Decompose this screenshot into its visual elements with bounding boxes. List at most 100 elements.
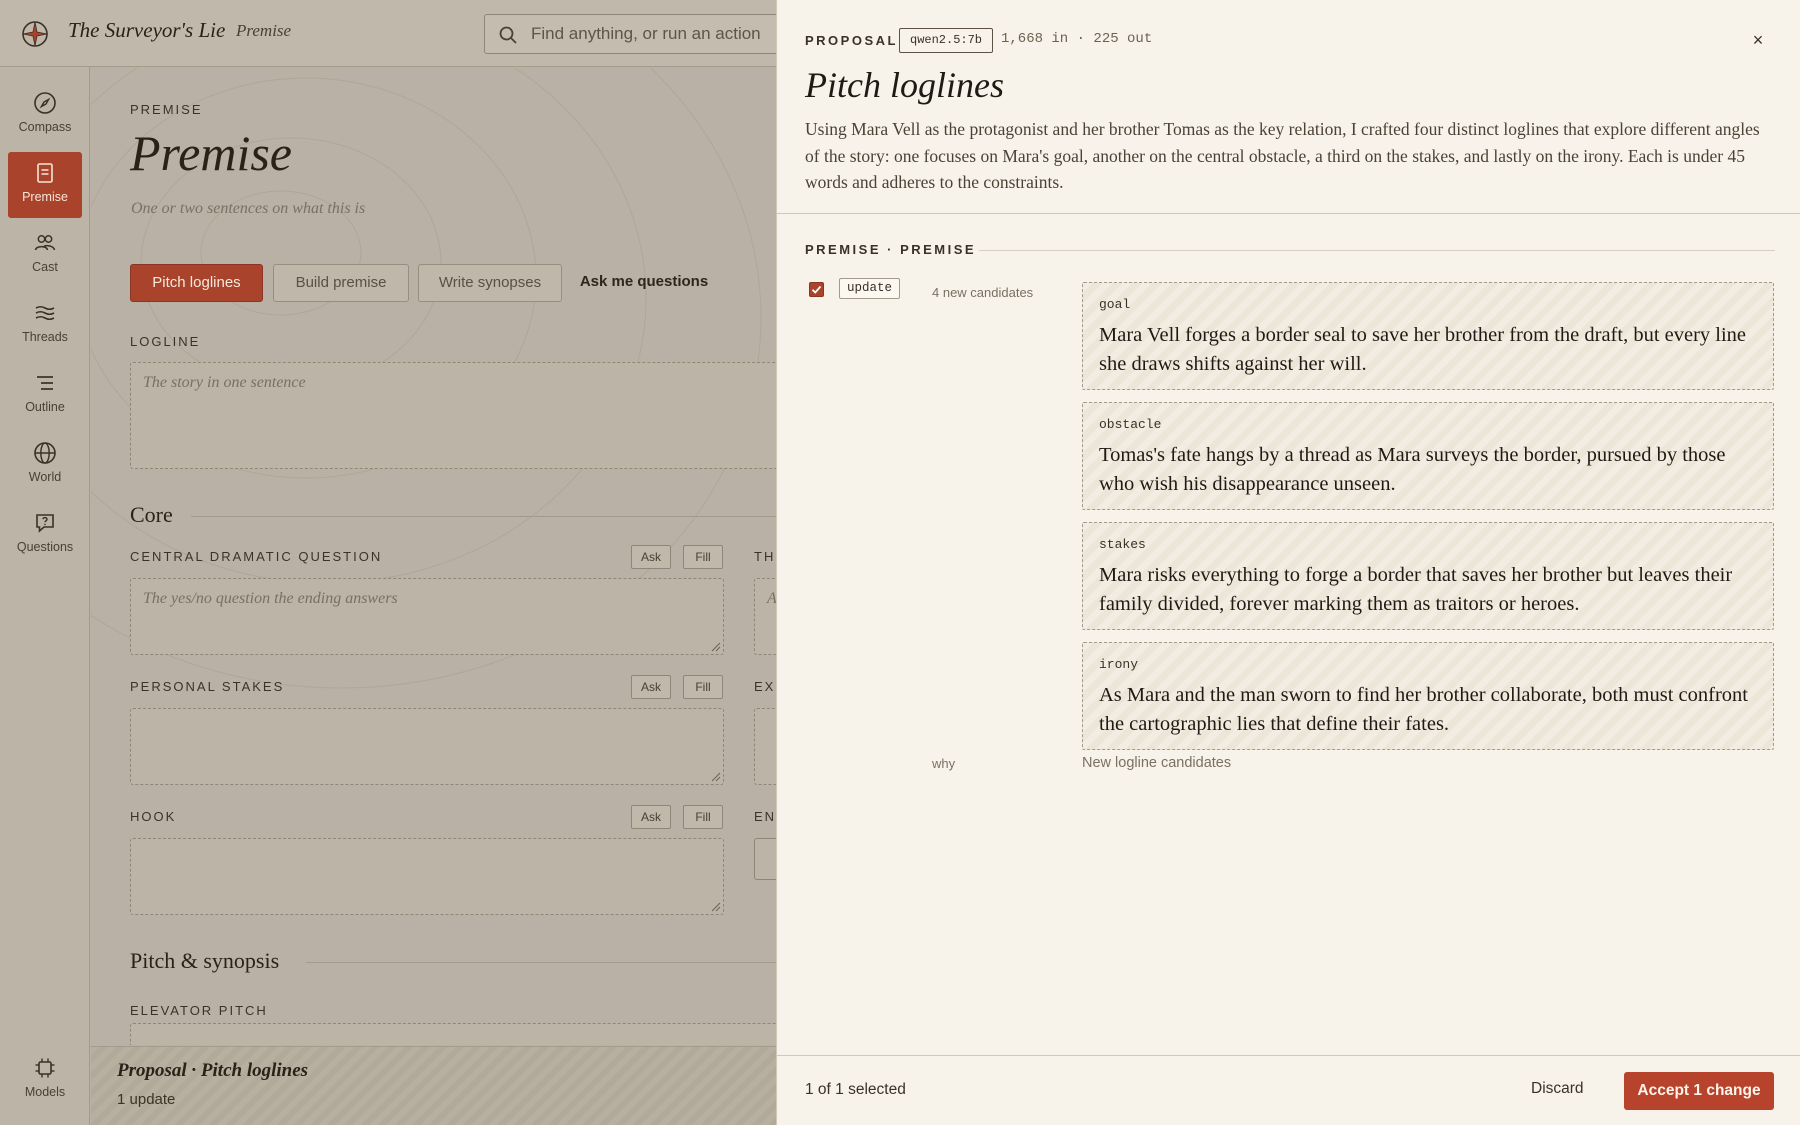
accept-button[interactable]: Accept 1 change bbox=[1624, 1072, 1774, 1110]
ask-me-questions-button[interactable]: Ask me questions bbox=[574, 264, 714, 302]
rail-label: Compass bbox=[18, 120, 72, 134]
candidate-card: goal Mara Vell forges a border seal to s… bbox=[1082, 282, 1774, 390]
page-subtitle[interactable]: One or two sentences on what this is bbox=[131, 200, 365, 218]
page-eyebrow: PREMISE bbox=[130, 102, 203, 117]
ask-button[interactable]: Ask bbox=[631, 805, 671, 829]
rail-label: Models bbox=[24, 1085, 66, 1099]
right-column-label: EN bbox=[754, 809, 777, 824]
personal-stakes-field[interactable] bbox=[130, 708, 724, 785]
ask-button[interactable]: Ask bbox=[631, 545, 671, 569]
elevator-pitch-label: ELEVATOR PITCH bbox=[130, 1003, 268, 1018]
compass-rose-icon[interactable] bbox=[20, 19, 50, 49]
candidate-key: stakes bbox=[1099, 537, 1146, 552]
core-section-title: Core bbox=[130, 502, 173, 527]
resize-grip-icon[interactable] bbox=[711, 642, 721, 652]
search-input[interactable]: Find anything, or run an action bbox=[531, 24, 761, 44]
pitch-loglines-button[interactable]: Pitch loglines bbox=[130, 264, 263, 302]
logline-placeholder: The story in one sentence bbox=[143, 374, 306, 391]
right-column-label: EX bbox=[754, 679, 776, 694]
elevator-pitch-field[interactable] bbox=[130, 1023, 777, 1045]
personal-stakes-label: PERSONAL STAKES bbox=[130, 679, 285, 694]
status-subtitle: 1 update bbox=[117, 1091, 176, 1108]
status-title: Proposal · Pitch loglines bbox=[117, 1060, 309, 1081]
premise-page: PREMISE Premise One or two sentences on … bbox=[91, 68, 777, 1045]
section-divider bbox=[306, 962, 777, 963]
rail-item-threads[interactable]: Threads bbox=[8, 292, 82, 358]
rail-label: World bbox=[28, 470, 62, 484]
rail-label: Cast bbox=[32, 260, 58, 274]
footer-divider bbox=[777, 1055, 1800, 1056]
token-count: 1,668 in · 225 out bbox=[1001, 31, 1153, 47]
rail-label: Outline bbox=[25, 400, 65, 414]
resize-grip-icon[interactable] bbox=[711, 902, 721, 912]
globe-icon bbox=[34, 442, 56, 464]
rail-item-premise[interactable]: Premise bbox=[8, 152, 82, 218]
candidate-count: 4 new candidates bbox=[932, 285, 1034, 300]
change-type-tag: update bbox=[839, 278, 901, 299]
rail-label: Questions bbox=[16, 540, 74, 554]
search-icon bbox=[499, 26, 517, 44]
candidate-text: Mara Vell forges a border seal to save h… bbox=[1099, 324, 1747, 375]
document-icon bbox=[37, 163, 53, 183]
app-title[interactable]: The Surveyor's Lie bbox=[68, 18, 225, 43]
candidate-key: obstacle bbox=[1099, 417, 1162, 432]
build-premise-button[interactable]: Build premise bbox=[273, 264, 409, 302]
rail-label: Premise bbox=[22, 190, 68, 204]
outline-icon bbox=[37, 376, 53, 390]
candidate-text: As Mara and the man sworn to find her br… bbox=[1099, 684, 1748, 735]
why-text: New logline candidates bbox=[1082, 755, 1232, 771]
change-section-label: PREMISE · PREMISE bbox=[805, 242, 977, 257]
compass-icon bbox=[34, 92, 56, 114]
rail-item-outline[interactable]: Outline bbox=[8, 362, 82, 428]
why-label: why bbox=[932, 756, 956, 771]
hook-label: HOOK bbox=[130, 809, 177, 824]
proposal-status-bar[interactable]: Proposal · Pitch loglines 1 update bbox=[91, 1046, 777, 1125]
section-divider bbox=[979, 250, 1775, 251]
candidate-key: goal bbox=[1099, 297, 1131, 312]
logline-field[interactable]: The story in one sentence bbox=[130, 362, 777, 469]
right-column-label: TH bbox=[754, 549, 776, 564]
right-column-field[interactable]: A bbox=[754, 578, 777, 655]
central-question-placeholder: The yes/no question the ending answers bbox=[143, 590, 398, 607]
checkmark-icon bbox=[811, 285, 822, 294]
logline-label: LOGLINE bbox=[130, 334, 201, 349]
rail-item-world[interactable]: World bbox=[8, 432, 82, 498]
candidate-card: obstacle Tomas's fate hangs by a thread … bbox=[1082, 402, 1774, 510]
question-icon bbox=[36, 514, 54, 533]
central-question-label: CENTRAL DRAMATIC QUESTION bbox=[130, 549, 383, 564]
candidate-key: irony bbox=[1099, 657, 1139, 672]
resize-grip-icon[interactable] bbox=[711, 772, 721, 782]
fill-button[interactable]: Fill bbox=[683, 545, 723, 569]
candidate-text: Tomas's fate hangs by a thread as Mara s… bbox=[1099, 444, 1726, 495]
section-divider bbox=[191, 516, 777, 517]
proposal-summary: Using Mara Vell as the protagonist and h… bbox=[805, 119, 1760, 192]
proposal-kicker: PROPOSAL bbox=[805, 33, 898, 48]
close-icon[interactable]: × bbox=[1747, 29, 1769, 51]
fill-button[interactable]: Fill bbox=[683, 805, 723, 829]
right-column-field[interactable] bbox=[754, 708, 777, 785]
rail-item-models[interactable]: Models bbox=[8, 1047, 82, 1113]
candidate-card: irony As Mara and the man sworn to find … bbox=[1082, 642, 1774, 750]
central-question-field[interactable]: The yes/no question the ending answers bbox=[130, 578, 724, 655]
discard-button[interactable]: Discard bbox=[1531, 1080, 1584, 1098]
proposal-title: Pitch loglines bbox=[805, 65, 1004, 105]
panel-divider bbox=[777, 213, 1800, 214]
write-synopses-button[interactable]: Write synopses bbox=[418, 264, 562, 302]
model-badge: qwen2.5:7b bbox=[899, 28, 994, 53]
change-checkbox[interactable] bbox=[809, 282, 824, 297]
breadcrumb: Premise bbox=[236, 21, 292, 40]
chip-icon bbox=[35, 1058, 55, 1078]
rail-label: Threads bbox=[22, 330, 68, 344]
rail-item-cast[interactable]: Cast bbox=[8, 222, 82, 288]
candidate-card: stakes Mara risks everything to forge a … bbox=[1082, 522, 1774, 630]
rail-item-compass[interactable]: Compass bbox=[8, 82, 82, 148]
rail-item-questions[interactable]: Questions bbox=[8, 502, 82, 568]
hook-field[interactable] bbox=[130, 838, 724, 915]
page-title: Premise bbox=[130, 125, 292, 181]
threads-icon bbox=[35, 305, 55, 321]
ask-button[interactable]: Ask bbox=[631, 675, 671, 699]
candidate-text: Mara risks everything to forge a border … bbox=[1099, 564, 1733, 615]
fill-button[interactable]: Fill bbox=[683, 675, 723, 699]
pitch-section-title: Pitch & synopsis bbox=[130, 948, 280, 973]
right-column-field[interactable] bbox=[754, 838, 777, 880]
